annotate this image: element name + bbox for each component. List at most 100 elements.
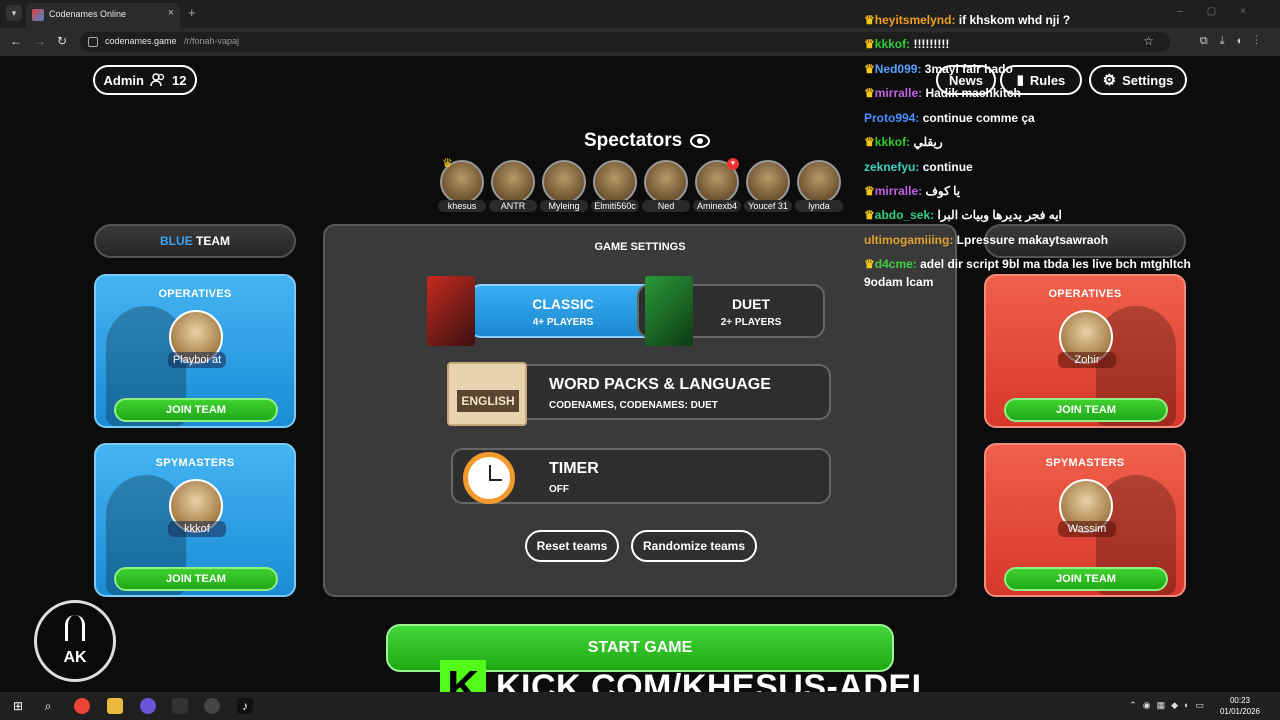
spectator-name: Elmiti560c — [591, 200, 639, 212]
timer-value: OFF — [549, 484, 569, 495]
chat-user: Proto994: — [864, 111, 920, 125]
join-team-button[interactable]: JOIN TEAM — [114, 398, 278, 422]
crown-badge-icon: ♛ — [864, 62, 875, 76]
app-icon[interactable] — [140, 698, 156, 714]
join-team-button[interactable]: JOIN TEAM — [1004, 567, 1168, 591]
red-operatives-card: OPERATIVES Zohir JOIN TEAM — [984, 274, 1186, 428]
blue-team-word: BLUE — [159, 234, 193, 248]
spectator[interactable]: ANTR — [489, 160, 537, 212]
reload-icon[interactable]: ↻ — [57, 34, 67, 48]
browser-tab[interactable]: Codenames Online × — [26, 3, 180, 28]
chat-user: Ned099: — [874, 62, 922, 76]
language-badge: ENGLISH — [447, 362, 527, 426]
join-team-button[interactable]: JOIN TEAM — [114, 567, 278, 591]
spectator-name: khesus — [438, 200, 486, 212]
chrome-icon[interactable] — [74, 698, 90, 714]
avatar — [797, 160, 841, 204]
avatar — [491, 160, 535, 204]
taskbar-clock[interactable]: 00:23 01/01/2026 — [1212, 695, 1268, 717]
admin-button[interactable]: Admin 12 — [93, 65, 197, 95]
crown-badge-icon: ♛ — [864, 257, 875, 271]
spectator[interactable]: Myleing — [540, 160, 588, 212]
chat-message: ♛d4cme: adel dir script 9bl ma tbda les … — [864, 257, 1191, 271]
avatar — [593, 160, 637, 204]
chat-user: kkkof: — [874, 37, 911, 51]
chat-user: heyitsmelynd: — [874, 13, 956, 27]
mode-players: 4+ PLAYERS — [532, 317, 594, 328]
player-name: Wassim — [1058, 521, 1116, 537]
file-explorer-icon[interactable] — [107, 698, 123, 714]
player-name: Zohir — [1058, 352, 1116, 368]
classic-mode-button[interactable]: CLASSIC 4+ PLAYERS — [427, 276, 657, 346]
windows-taskbar: ⊞ ⌕ ♪ ⌃◉▦◆◐▭ 00:23 01/01/2026 — [0, 692, 1280, 720]
chat-text: يا كوف — [922, 184, 961, 198]
chat-user: abdo_sek: — [874, 208, 935, 222]
chat-message: Proto994: continue comme ça — [864, 111, 1035, 125]
crown-icon: ♛ — [442, 156, 453, 170]
blue-team-header: BLUE TEAM — [94, 224, 296, 258]
crown-badge-icon: ♛ — [864, 86, 875, 100]
codenames-box-icon — [427, 276, 475, 346]
join-team-button[interactable]: JOIN TEAM — [1004, 398, 1168, 422]
system-tray-icons[interactable]: ⌃◉▦◆◐▭ — [1129, 700, 1210, 711]
spectator-name: Aminexb4 — [693, 200, 741, 212]
phoenix-icon — [65, 615, 85, 641]
spectator[interactable]: lynda — [795, 160, 843, 212]
spectators-heading: Spectators — [584, 130, 711, 152]
chat-message: 9odam lcam — [864, 275, 933, 289]
crown-badge-icon: ♛ — [864, 13, 875, 27]
chat-text: continue comme ça — [919, 111, 1035, 125]
url-domain: codenames.game — [105, 36, 177, 46]
chat-user: mirralle: — [874, 86, 923, 100]
tab-close-icon[interactable]: × — [168, 7, 174, 19]
obs-icon[interactable] — [204, 698, 220, 714]
avatar — [644, 160, 688, 204]
avatar — [542, 160, 586, 204]
crown-badge-icon: ♛ — [864, 208, 875, 222]
timer-button[interactable]: TIMER OFF — [451, 448, 831, 504]
chat-text: adel dir script 9bl ma tbda les live bch… — [916, 257, 1191, 271]
spectator[interactable]: Youcef 31 — [744, 160, 792, 212]
word-packs-subtitle: CODENAMES, CODENAMES: DUET — [549, 400, 718, 411]
operatives-title: OPERATIVES — [158, 288, 232, 300]
chat-message: zeknefyu: continue — [864, 160, 973, 174]
chat-message: ♛Ned099: 3mayi fair hado — [864, 62, 1013, 76]
new-tab-button[interactable]: + — [188, 5, 196, 20]
word-packs-button[interactable]: ENGLISH WORD PACKS & LANGUAGE CODENAMES,… — [447, 362, 831, 426]
windows-start-icon[interactable]: ⊞ — [10, 698, 26, 714]
chat-message: ♛kkkof: !!!!!!!!! — [864, 37, 949, 51]
forward-arrow-icon[interactable]: → — [34, 34, 46, 48]
logo-text: AK — [63, 649, 87, 666]
stopwatch-icon — [463, 452, 515, 504]
spectator[interactable]: ♥ Aminexb4 — [693, 158, 741, 212]
chat-text: continue — [919, 160, 973, 174]
reset-teams-button[interactable]: Reset teams — [525, 530, 619, 562]
word-packs-title: WORD PACKS & LANGUAGE — [549, 376, 771, 393]
spectator[interactable]: ♛ khesus — [438, 156, 486, 212]
chat-text: 9odam lcam — [864, 275, 934, 289]
clock-date: 01/01/2026 — [1219, 707, 1261, 716]
player-count: 12 — [171, 72, 187, 88]
duet-mode-button[interactable]: DUET 2+ PLAYERS — [637, 276, 825, 346]
spectator[interactable]: Elmiti560c — [591, 160, 639, 212]
game-settings-panel: GAME SETTINGS CLASSIC 4+ PLAYERS DUET 2+… — [323, 224, 957, 597]
screen: { "browser": { "tab_title": "Codenames O… — [0, 0, 1280, 720]
terminal-icon[interactable] — [172, 698, 188, 714]
site-info-icon[interactable] — [88, 37, 98, 47]
randomize-teams-button[interactable]: Randomize teams — [631, 530, 757, 562]
tab-title: Codenames Online — [49, 9, 127, 19]
language-badge-text: ENGLISH — [457, 390, 519, 412]
heart-icon: ♥ — [727, 158, 739, 170]
back-arrow-icon[interactable]: ← — [10, 34, 22, 48]
url-path: /r/fonah-vapaj — [184, 36, 240, 46]
chat-user: zeknefyu: — [864, 160, 920, 174]
blue-spymasters-card: SPYMASTERS kkkof JOIN TEAM — [94, 443, 296, 597]
tab-search-button[interactable]: ▾ — [6, 5, 22, 21]
spymasters-title: SPYMASTERS — [1045, 457, 1125, 469]
search-icon[interactable]: ⌕ — [40, 698, 56, 714]
spectator[interactable]: Ned — [642, 160, 690, 212]
avatar — [746, 160, 790, 204]
chat-text: !!!!!!!!! — [910, 37, 950, 51]
red-spymasters-card: SPYMASTERS Wassim JOIN TEAM — [984, 443, 1186, 597]
tiktok-icon[interactable]: ♪ — [237, 698, 253, 714]
